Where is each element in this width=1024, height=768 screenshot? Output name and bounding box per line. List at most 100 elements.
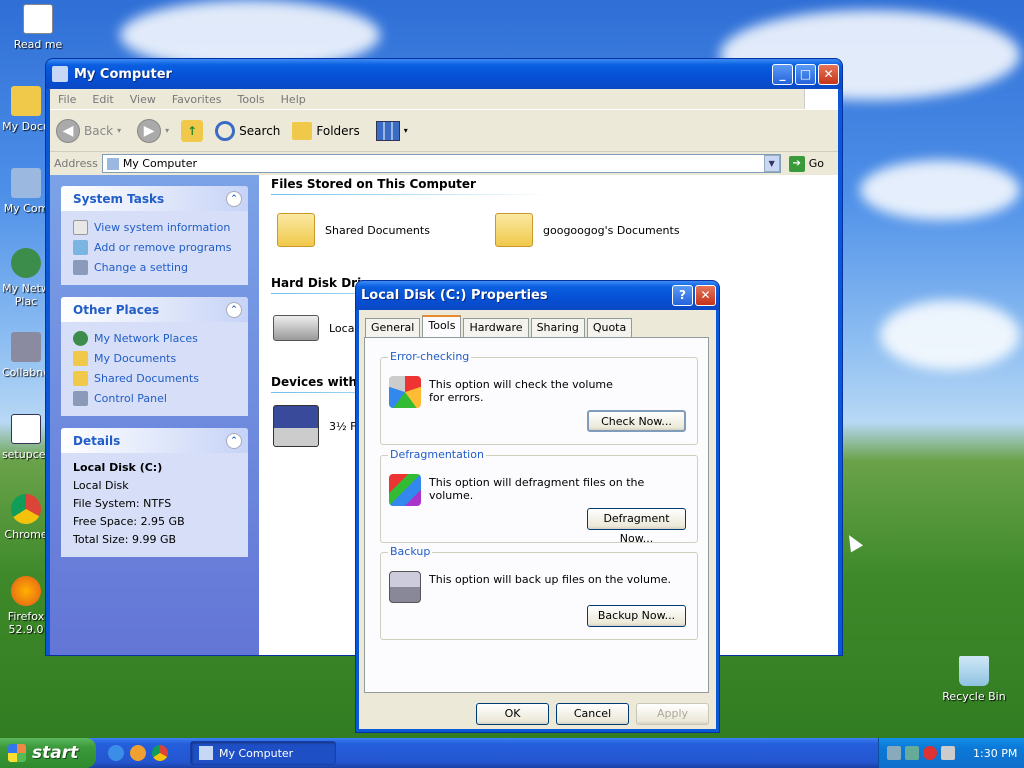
tab-strip: General Tools Hardware Sharing Quota: [365, 315, 633, 337]
menu-tools[interactable]: Tools: [230, 93, 273, 106]
group-label: Defragmentation: [388, 448, 486, 461]
place-my-documents[interactable]: My Documents: [73, 348, 236, 368]
place-shared-documents[interactable]: Shared Documents: [73, 368, 236, 388]
dialog-close-button[interactable]: ✕: [695, 285, 716, 306]
tab-quota[interactable]: Quota: [586, 318, 633, 337]
apply-button: Apply: [636, 703, 709, 725]
task-view-system-info[interactable]: View system information: [73, 217, 236, 237]
window-titlebar[interactable]: My Computer: [46, 59, 842, 89]
security-shield-icon[interactable]: [923, 746, 937, 760]
drive-floppy[interactable]: 3½ Fl: [273, 405, 360, 447]
cloud: [860, 160, 1020, 220]
update-icon[interactable]: [905, 746, 919, 760]
folder-icon: [495, 213, 533, 247]
desktop-icon-label: Recycle Bin: [942, 690, 1006, 703]
collapse-icon[interactable]: ⌃: [226, 432, 242, 449]
search-button[interactable]: Search: [215, 120, 280, 141]
computer-icon: [106, 157, 119, 170]
details-name: Local Disk (C:): [73, 461, 163, 474]
forward-button[interactable]: ▶ ▾: [137, 118, 170, 143]
drive-local-disk[interactable]: Local: [273, 315, 358, 341]
place-network[interactable]: My Network Places: [73, 328, 236, 348]
desktop-icon-label: My Docu: [2, 120, 50, 133]
maximize-button[interactable]: □: [795, 64, 816, 85]
details-type: Local Disk: [73, 479, 129, 492]
other-places-header[interactable]: Other Places ⌃: [61, 297, 248, 322]
system-tasks-header[interactable]: System Tasks ⌃: [61, 186, 248, 211]
menu-view[interactable]: View: [122, 93, 164, 106]
quick-launch: [108, 745, 168, 761]
chrome-icon[interactable]: [152, 745, 168, 761]
help-button[interactable]: ?: [672, 285, 693, 306]
details-header[interactable]: Details ⌃: [61, 428, 248, 453]
folders-button[interactable]: Folders: [292, 121, 360, 140]
taskbar-button-label: My Computer: [219, 746, 294, 760]
menu-bar: File Edit View Favorites Tools Help: [50, 89, 838, 109]
dialog-title: Local Disk (C:) Properties: [361, 288, 548, 303]
globe-icon: [11, 248, 41, 278]
panel-title: System Tasks: [73, 191, 165, 206]
chevron-down-icon[interactable]: ▼: [763, 155, 780, 172]
taskbar: start My Computer 1:30 PM: [0, 738, 1024, 768]
check-now-button[interactable]: Check Now...: [587, 410, 686, 432]
item-label: Shared Documents: [325, 223, 430, 237]
defragment-now-button[interactable]: Defragment Now...: [587, 508, 686, 545]
back-button[interactable]: ◀ Back ▾: [56, 118, 121, 143]
media-player-icon[interactable]: [130, 745, 146, 761]
backup-group: Backup This option will back up files on…: [380, 545, 698, 640]
desktop-icon-label: My Netw Plac: [2, 282, 50, 308]
link-label: Control Panel: [94, 391, 167, 405]
tab-general[interactable]: General: [365, 318, 421, 337]
task-add-remove-programs[interactable]: Add or remove programs: [73, 237, 236, 257]
place-control-panel[interactable]: Control Panel: [73, 388, 236, 408]
tab-tools[interactable]: Tools: [422, 315, 462, 337]
go-arrow-icon: ➔: [788, 155, 805, 172]
desktop-icon-label: Collabne: [2, 366, 50, 379]
chevron-down-icon: ▾: [165, 126, 170, 135]
views-icon: [375, 120, 400, 141]
panel-title: Other Places: [73, 302, 160, 317]
network-icon[interactable]: [887, 746, 901, 760]
defragmentation-group: Defragmentation This option will defragm…: [380, 448, 698, 545]
minimize-button[interactable]: _: [772, 64, 793, 85]
desktop-icon-readme[interactable]: Read me: [6, 4, 70, 51]
desktop-icon-label: Chrome: [4, 528, 48, 541]
ok-button[interactable]: OK: [476, 703, 549, 725]
menu-file[interactable]: File: [50, 93, 84, 106]
group-label: Backup: [388, 545, 433, 558]
cancel-button[interactable]: Cancel: [556, 703, 629, 725]
start-button[interactable]: start: [0, 738, 96, 768]
tab-sharing[interactable]: Sharing: [530, 318, 585, 337]
chevron-down-icon: ▾: [403, 126, 408, 135]
system-info-icon: [73, 219, 88, 235]
hard-drive-icon: [273, 315, 319, 341]
folder-user-documents[interactable]: googoogog's Documents: [495, 213, 680, 247]
task-change-setting[interactable]: Change a setting: [73, 257, 236, 277]
volume-icon[interactable]: [941, 746, 955, 760]
mouse-cursor-icon: [842, 531, 864, 553]
app-icon: [11, 332, 41, 362]
menu-help[interactable]: Help: [273, 93, 314, 106]
dialog-body: General Tools Hardware Sharing Quota Err…: [359, 310, 716, 729]
clock[interactable]: 1:30 PM: [973, 747, 1017, 760]
folder-shared-documents[interactable]: Shared Documents: [277, 213, 430, 247]
group-description: This option will back up files on the vo…: [429, 573, 671, 586]
collapse-icon[interactable]: ⌃: [226, 190, 242, 207]
desktop-icon-recycle-bin[interactable]: Recycle Bin: [942, 656, 1006, 703]
dialog-titlebar[interactable]: Local Disk (C:) Properties: [356, 281, 719, 310]
up-button[interactable]: ↑: [181, 119, 204, 142]
item-label: Local: [329, 321, 358, 335]
views-button[interactable]: ▾: [375, 120, 408, 141]
backup-now-button[interactable]: Backup Now...: [587, 605, 686, 627]
tab-hardware[interactable]: Hardware: [463, 318, 529, 337]
menu-favorites[interactable]: Favorites: [164, 93, 230, 106]
close-button[interactable]: ✕: [818, 64, 839, 85]
system-tray: 1:30 PM: [878, 738, 1024, 768]
go-button[interactable]: ➔ Go: [785, 155, 838, 172]
details-free-space: Free Space: 2.95 GB: [73, 515, 185, 528]
menu-edit[interactable]: Edit: [84, 93, 121, 106]
collapse-icon[interactable]: ⌃: [226, 301, 242, 318]
taskbar-button-my-computer[interactable]: My Computer: [190, 741, 336, 765]
address-input[interactable]: My Computer ▼: [101, 154, 781, 173]
internet-explorer-icon[interactable]: [108, 745, 124, 761]
